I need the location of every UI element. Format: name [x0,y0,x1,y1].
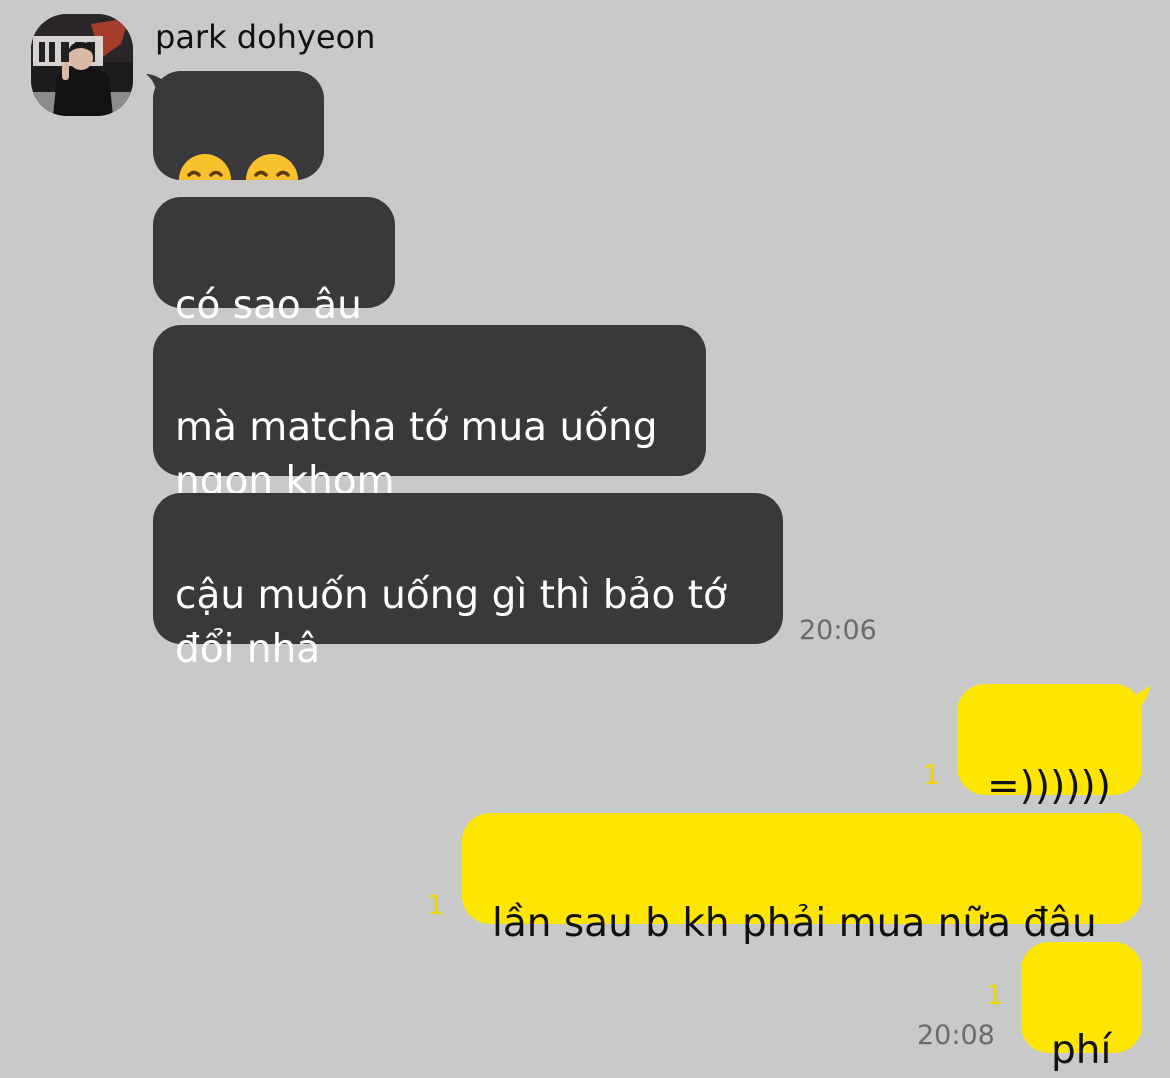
incoming-message-1[interactable] [153,71,324,180]
outgoing-message-text: lần sau b kh phải mua nữa đâu [492,901,1097,946]
incoming-message-text: mà matcha tớ mua uống ngon khom [175,405,658,504]
unread-count: 1 [923,760,941,791]
incoming-message-2[interactable]: có sao âu [153,197,395,328]
incoming-message-text: cậu muốn uống gì thì bảo tớ đổi nhâ [175,573,727,672]
outgoing-message-text: phí [1051,1028,1112,1073]
incoming-message-4[interactable]: cậu muốn uống gì thì bảo tớ đổi nhâ [153,493,783,672]
incoming-message-3[interactable]: mà matcha tớ mua uống ngon khom [153,325,706,504]
outgoing-message-text: =)))))) [987,764,1111,809]
outgoing-message-2[interactable]: lần sau b kh phải mua nữa đâu [462,813,1142,946]
sender-avatar[interactable] [31,14,133,116]
unread-count: 1 [986,980,1004,1011]
outgoing-message-3[interactable]: phí [1021,942,1142,1073]
outgoing-timestamp: 20:08 [917,1020,995,1051]
incoming-timestamp: 20:06 [799,615,877,646]
sender-name: park dohyeon [155,18,376,56]
unread-count: 1 [427,890,445,921]
avatar-photo [31,14,133,116]
smiling-face-with-tear-emoji [179,154,298,180]
outgoing-message-1[interactable]: =)))))) [957,684,1142,809]
incoming-message-text: có sao âu [175,283,362,328]
